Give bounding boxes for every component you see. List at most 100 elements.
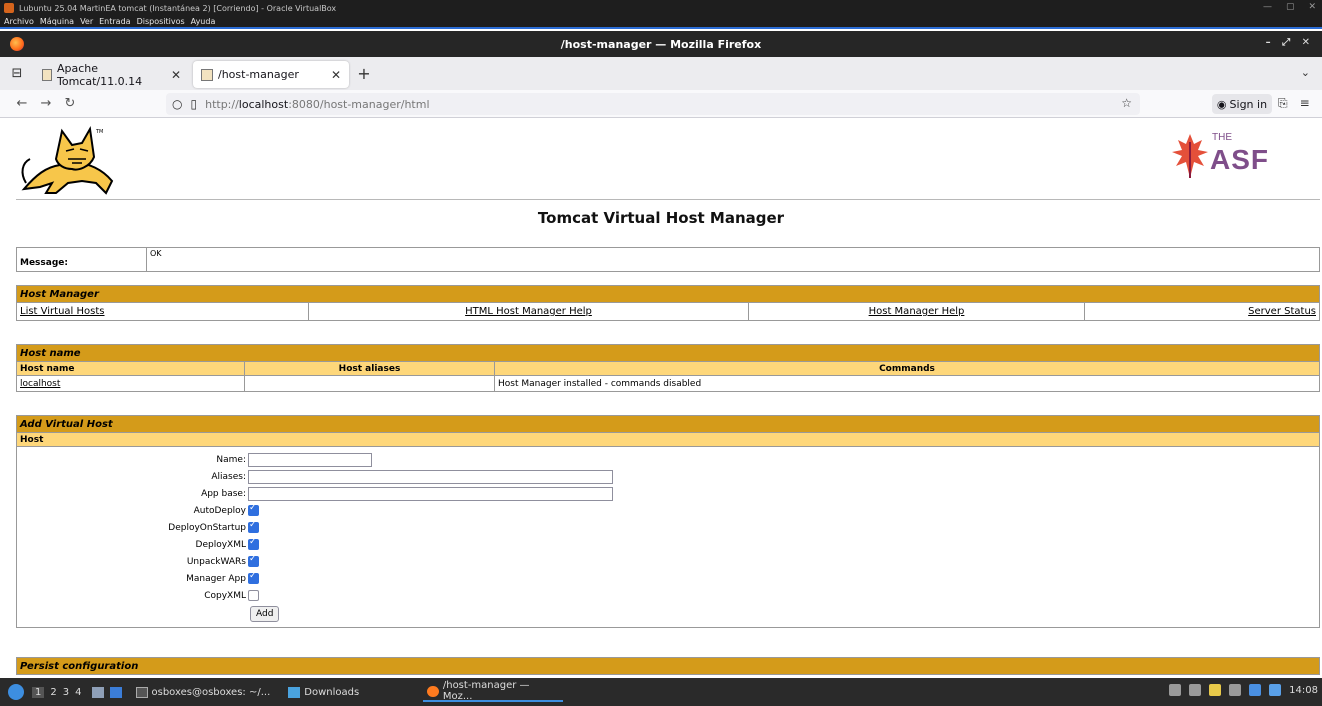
- workspace-3[interactable]: 3: [63, 687, 69, 698]
- keyboard-icon[interactable]: [1169, 684, 1182, 696]
- unpackwars-checkbox[interactable]: [248, 554, 259, 567]
- host-name-table: Host name Host name Host aliases Command…: [16, 344, 1320, 392]
- vbox-window-controls[interactable]: — ▢ ✕: [1263, 2, 1316, 12]
- taskbar-item-label: Downloads: [304, 686, 360, 698]
- autodeploy-checkbox[interactable]: [248, 503, 259, 516]
- firefox-icon: [427, 685, 439, 697]
- folder-icon: [288, 686, 301, 698]
- forward-icon[interactable]: →: [34, 96, 58, 111]
- close-tab-icon[interactable]: ✕: [161, 68, 181, 82]
- sign-in-button[interactable]: ◉ Sign in: [1212, 94, 1272, 114]
- account-icon: ◉: [1216, 97, 1227, 111]
- menu-icon[interactable]: ≡: [1300, 96, 1310, 111]
- system-tray: 14:08: [1169, 684, 1318, 696]
- shield-icon[interactable]: ○: [172, 97, 182, 111]
- workspace-1[interactable]: 1: [32, 686, 45, 698]
- reload-icon[interactable]: ↻: [58, 96, 82, 111]
- clock: 14:08: [1289, 684, 1318, 696]
- asf-logo: THE ASF: [1172, 128, 1292, 184]
- menu-ayuda[interactable]: Ayuda: [191, 17, 216, 26]
- url-prefix: http://: [205, 97, 239, 111]
- tab-label: Apache Tomcat/11.0.14: [57, 61, 143, 88]
- url-host: localhost: [238, 97, 289, 111]
- add-virtual-host-header: Add Virtual Host: [16, 415, 1320, 433]
- deployonstartup-label: DeployOnStartup: [168, 522, 246, 533]
- nav-bar: ← → ↻ ○ ▯ http://localhost:8080/host-man…: [0, 90, 1322, 118]
- host-manager-table: Host Manager List Virtual Hosts HTML Hos…: [16, 285, 1320, 321]
- close-tab-icon[interactable]: ✕: [321, 68, 341, 82]
- html-host-manager-help-link[interactable]: HTML Host Manager Help: [465, 306, 592, 317]
- name-input[interactable]: [248, 452, 372, 467]
- chevron-down-icon[interactable]: ⌄: [1301, 66, 1310, 79]
- autodeploy-label: AutoDeploy: [193, 505, 246, 516]
- minimize-icon[interactable]: —: [1263, 2, 1272, 12]
- virtualbox-icon: [4, 3, 14, 13]
- menu-maquina[interactable]: Máquina: [40, 17, 74, 26]
- bookmark-star-icon[interactable]: ☆: [1121, 96, 1132, 110]
- persist-configuration-table: Persist configuration: [16, 657, 1320, 675]
- copyxml-label: CopyXML: [204, 590, 246, 601]
- tab-bar: ⊟ Apache Tomcat/11.0.14 ✕ /host-manager …: [0, 57, 1322, 90]
- commands-cell: Host Manager installed - commands disabl…: [494, 375, 1320, 392]
- desktop-icon[interactable]: [109, 686, 122, 698]
- firefox-window-controls[interactable]: – ⤢ ✕: [1266, 37, 1314, 48]
- svg-text:TM: TM: [95, 129, 103, 135]
- menu-dispositivos[interactable]: Dispositivos: [137, 17, 185, 26]
- deployxml-checkbox[interactable]: [248, 537, 259, 550]
- back-icon[interactable]: ←: [10, 96, 34, 111]
- url-bar[interactable]: ○ ▯ http://localhost:8080/host-manager/h…: [166, 93, 1140, 115]
- unpackwars-label: UnpackWARs: [186, 556, 246, 567]
- name-label: Name:: [216, 454, 246, 465]
- menu-ver[interactable]: Ver: [80, 17, 93, 26]
- divider: [16, 199, 1320, 200]
- add-button[interactable]: Add: [250, 605, 280, 622]
- col-host-aliases: Host aliases: [244, 361, 495, 376]
- host-link-localhost[interactable]: localhost: [20, 379, 60, 389]
- file-manager-icon[interactable]: [91, 686, 104, 698]
- deployonstartup-checkbox[interactable]: [248, 520, 259, 533]
- list-virtual-hosts-link[interactable]: List Virtual Hosts: [20, 306, 105, 317]
- clipboard-icon[interactable]: [1209, 684, 1222, 696]
- taskbar-item-terminal[interactable]: osboxes@osboxes: ~/...: [132, 682, 275, 702]
- restore-icon[interactable]: ▢: [1286, 2, 1295, 12]
- workspace-2[interactable]: 2: [50, 687, 56, 698]
- workspace-4[interactable]: 4: [75, 687, 81, 698]
- aliases-input[interactable]: [248, 469, 613, 484]
- close-icon[interactable]: ✕: [1308, 2, 1316, 12]
- network-icon[interactable]: [1249, 684, 1262, 696]
- taskbar: 1 2 3 4 osboxes@osboxes: ~/... Downloads…: [0, 678, 1322, 706]
- vbox-menu-bar: Archivo Máquina Ver Entrada Dispositivos…: [0, 16, 1322, 29]
- page-title: Tomcat Virtual Host Manager: [537, 209, 785, 227]
- server-status-link[interactable]: Server Status: [1248, 306, 1316, 317]
- col-commands: Commands: [494, 361, 1320, 376]
- firefox-icon: [10, 37, 24, 51]
- url-rest: :8080/host-manager/html: [288, 97, 430, 111]
- host-manager-header: Host Manager: [16, 285, 1320, 303]
- tomcat-favicon-icon: [201, 68, 213, 81]
- manager-app-checkbox[interactable]: [248, 571, 259, 584]
- extensions-icon[interactable]: ⎘: [1278, 96, 1288, 111]
- deployxml-label: DeployXML: [195, 539, 246, 550]
- menu-archivo[interactable]: Archivo: [4, 17, 34, 26]
- new-tab-button[interactable]: +: [349, 64, 379, 83]
- volume-icon[interactable]: [1189, 684, 1202, 696]
- start-menu-icon[interactable]: [8, 684, 24, 700]
- tab-list-icon[interactable]: ⊟: [0, 57, 34, 90]
- battery-icon[interactable]: [1229, 684, 1242, 696]
- taskbar-item-firefox[interactable]: /host-manager — Moz...: [423, 680, 564, 702]
- menu-entrada[interactable]: Entrada: [99, 17, 130, 26]
- app-base-input[interactable]: [248, 486, 613, 501]
- tab-apache-tomcat[interactable]: Apache Tomcat/11.0.14 ✕: [34, 61, 189, 88]
- tab-host-manager[interactable]: /host-manager ✕: [193, 61, 349, 88]
- copyxml-checkbox[interactable]: [248, 590, 259, 601]
- manager-app-label: Manager App: [186, 573, 246, 584]
- asf-name-label: ASF: [1210, 144, 1269, 175]
- asf-the-label: THE: [1212, 132, 1232, 143]
- update-icon[interactable]: [1269, 684, 1282, 696]
- host-name-header: Host name: [16, 344, 1320, 362]
- vbox-title-bar: Lubuntu 25.04 MartinEA tomcat (Instantán…: [0, 0, 1322, 16]
- host-manager-help-link[interactable]: Host Manager Help: [869, 306, 965, 317]
- taskbar-item-downloads[interactable]: Downloads: [284, 682, 363, 702]
- page-icon[interactable]: ▯: [190, 97, 197, 111]
- col-host-name: Host name: [16, 361, 245, 376]
